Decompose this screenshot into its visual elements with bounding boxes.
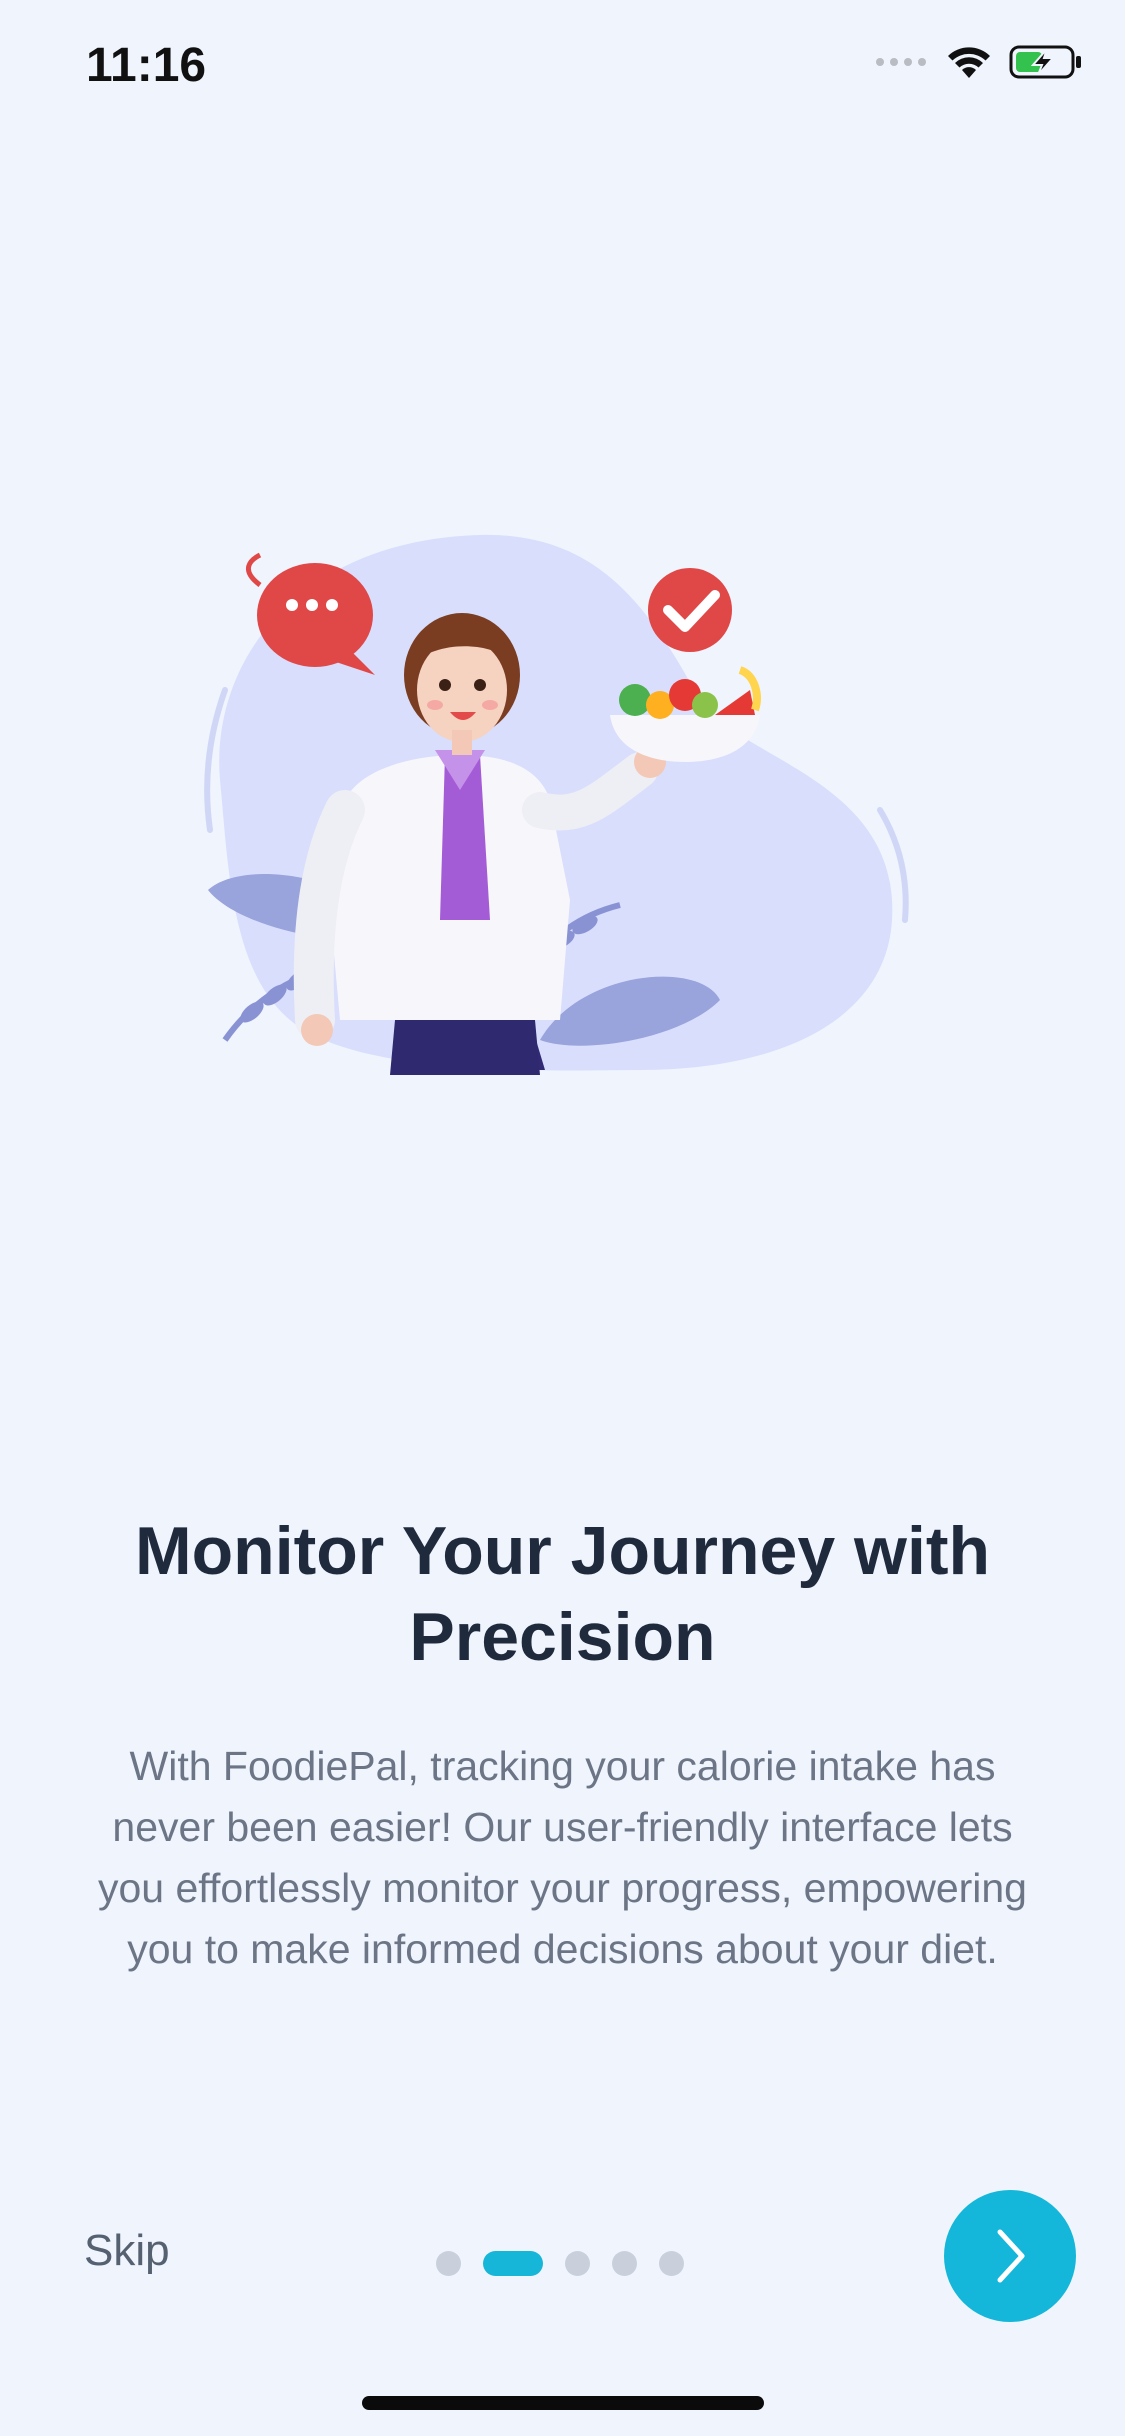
status-bar: 11:16 (0, 0, 1125, 140)
page-dot-1[interactable] (436, 2250, 461, 2276)
page-dot-2-active[interactable] (483, 2250, 543, 2276)
page-dot-4[interactable] (612, 2250, 637, 2276)
page-indicator (436, 2250, 684, 2276)
nutritionist-illustration (204, 534, 909, 1075)
signal-dots-icon (876, 58, 926, 66)
onboarding-description: With FoodiePal, tracking your calorie in… (98, 1743, 1027, 1972)
page-dot-3[interactable] (565, 2250, 590, 2276)
battery-charging-icon (1009, 45, 1081, 79)
next-button[interactable] (944, 2190, 1076, 2322)
home-indicator[interactable] (362, 2396, 764, 2410)
page-dot-5[interactable] (659, 2250, 684, 2276)
onboarding-title: Monitor Your Journey with Precision (134, 1513, 991, 1675)
status-icons (875, 44, 1083, 80)
status-time: 11:16 (86, 39, 207, 92)
skip-button[interactable]: Skip (84, 2226, 170, 2276)
chevron-right-icon (997, 2229, 1025, 2283)
checkmark-icon (648, 568, 732, 652)
wifi-icon (948, 47, 990, 78)
